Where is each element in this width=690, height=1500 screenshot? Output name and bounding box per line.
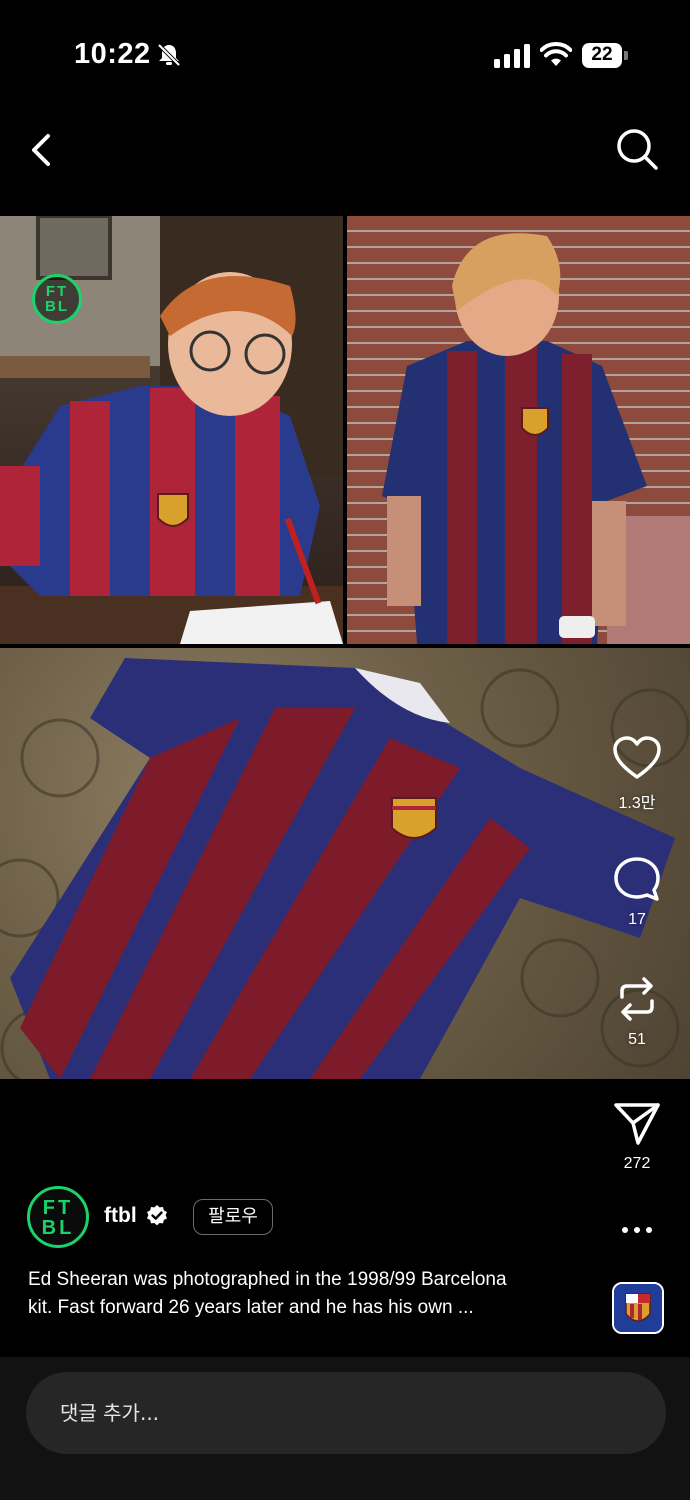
post-media[interactable]: FT BL bbox=[0, 216, 690, 1079]
battery-indicator: 22 bbox=[582, 43, 628, 68]
author-avatar[interactable]: FT BL bbox=[27, 1186, 89, 1248]
wifi-icon bbox=[540, 42, 572, 66]
share-button[interactable]: 272 bbox=[600, 1099, 674, 1173]
status-time: 10:22 bbox=[74, 38, 151, 70]
like-count: 1.3만 bbox=[618, 795, 656, 812]
repost-button[interactable]: 51 bbox=[600, 975, 674, 1049]
repost-icon bbox=[620, 977, 654, 1021]
ftbl-watermark-logo: FT BL bbox=[32, 274, 82, 324]
bell-off-icon bbox=[157, 43, 181, 67]
cellular-signal-icon bbox=[494, 44, 530, 68]
avatar-line-2: BL bbox=[41, 1217, 75, 1239]
status-bar: 10:22 22 bbox=[0, 0, 690, 110]
photo-shirt-on-tiles bbox=[0, 648, 690, 1079]
post-caption[interactable]: Ed Sheeran was photographed in the 1998/… bbox=[28, 1266, 588, 1322]
photo-adult-illustration bbox=[382, 233, 690, 644]
badge-line-2: BL bbox=[45, 298, 69, 315]
comment-input[interactable] bbox=[26, 1372, 666, 1454]
share-count: 272 bbox=[623, 1155, 651, 1172]
follow-button[interactable]: 팔로우 bbox=[193, 1199, 273, 1235]
repost-count: 51 bbox=[628, 1031, 646, 1048]
like-button[interactable]: 1.3만 bbox=[600, 735, 674, 813]
comment-button[interactable]: 17 bbox=[600, 855, 674, 929]
barcelona-crest-icon bbox=[614, 1284, 662, 1332]
verified-badge-icon bbox=[147, 1205, 167, 1226]
caption-line-1: Ed Sheeran was photographed in the 1998/… bbox=[28, 1269, 507, 1290]
battery-level: 22 bbox=[591, 44, 613, 65]
battery-cap bbox=[624, 51, 628, 60]
comment-bubble-icon bbox=[614, 857, 660, 901]
author-username[interactable]: ftbl bbox=[104, 1204, 137, 1228]
photo-adult-in-kit bbox=[347, 216, 690, 644]
avatar-line-1: FT bbox=[42, 1197, 74, 1219]
back-button[interactable] bbox=[24, 128, 60, 172]
comment-bar bbox=[0, 1357, 690, 1500]
comment-count: 17 bbox=[628, 911, 646, 928]
caption-line-2: kit. Fast forward 26 years later and he … bbox=[28, 1297, 474, 1318]
search-button[interactable] bbox=[614, 126, 660, 172]
photo-shirt-illustration bbox=[0, 658, 690, 1079]
heart-icon bbox=[613, 736, 661, 779]
audio-thumbnail[interactable] bbox=[612, 1282, 664, 1334]
photo-child-in-kit: FT BL bbox=[0, 216, 343, 644]
send-icon bbox=[614, 1103, 660, 1145]
more-options-button[interactable] bbox=[620, 1218, 654, 1242]
